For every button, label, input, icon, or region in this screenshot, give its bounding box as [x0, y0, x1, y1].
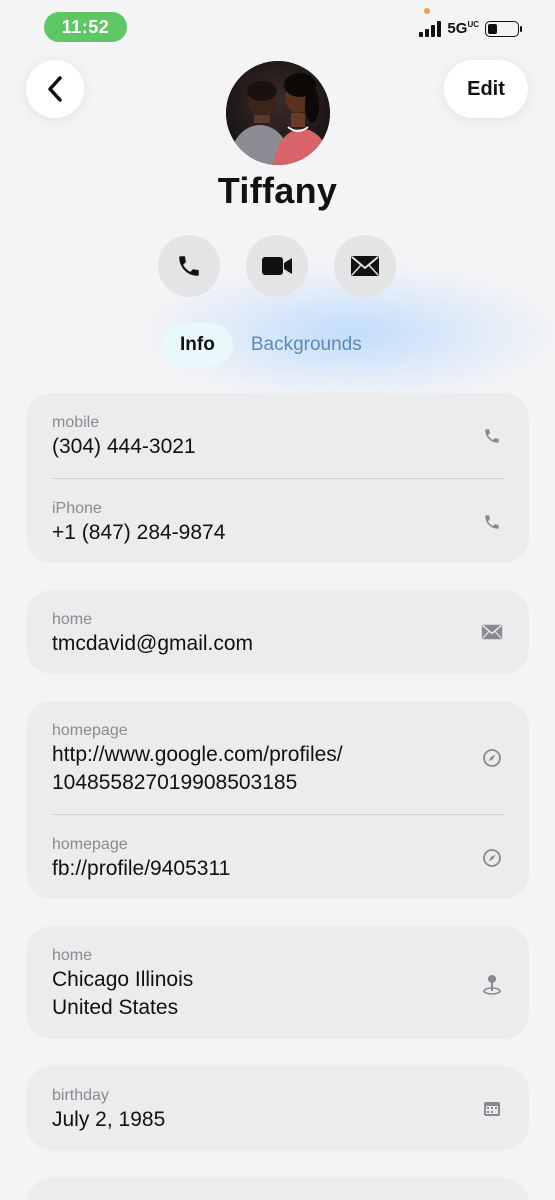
phones-card: mobile (304) 444-3021 iPhone +1 (847) 28…: [26, 393, 529, 563]
homepage-value-line1[interactable]: http://www.google.com/profiles/: [52, 741, 503, 769]
signal-icon: [419, 20, 442, 37]
email-value[interactable]: tmcdavid@gmail.com: [52, 630, 503, 658]
homepage-label: homepage: [52, 722, 128, 739]
phone-label: mobile: [52, 414, 100, 431]
status-icons: 5GUC: [419, 20, 522, 37]
call-button[interactable]: [158, 235, 220, 297]
next-card: [26, 1178, 529, 1200]
back-button[interactable]: [26, 60, 84, 118]
homepage-value[interactable]: fb://profile/9405311: [52, 855, 503, 883]
email-row[interactable]: home tmcdavid@gmail.com: [26, 590, 529, 674]
quick-actions: [158, 235, 396, 297]
address-label: home: [52, 947, 93, 964]
phone-icon[interactable]: [479, 423, 505, 449]
video-call-button[interactable]: [246, 235, 308, 297]
birthday-value[interactable]: July 2, 1985: [52, 1106, 503, 1134]
birthday-row[interactable]: birthday July 2, 1985: [26, 1066, 529, 1150]
privacy-indicator: [424, 8, 430, 14]
address-line2[interactable]: United States: [52, 994, 503, 1022]
birthday-label: birthday: [52, 1087, 109, 1104]
phone-row[interactable]: iPhone +1 (847) 284-9874: [26, 479, 529, 563]
tab-backgrounds[interactable]: Backgrounds: [251, 334, 362, 356]
birthday-card: birthday July 2, 1985: [26, 1066, 529, 1150]
homepage-row[interactable]: homepage http://www.google.com/profiles/…: [26, 701, 529, 814]
phone-value[interactable]: (304) 444-3021: [52, 433, 503, 461]
homepage-value-line2[interactable]: 104855827019908503185: [52, 769, 503, 797]
network-text: 5G: [447, 20, 468, 37]
network-label: 5GUC: [447, 20, 479, 37]
map-pin-icon[interactable]: [479, 971, 505, 997]
address-card: home Chicago Illinois United States: [26, 926, 529, 1039]
email-card: home tmcdavid@gmail.com: [26, 590, 529, 674]
homepage-row[interactable]: homepage fb://profile/9405311: [26, 815, 529, 899]
phone-icon[interactable]: [479, 509, 505, 535]
contact-name: Tiffany: [217, 170, 338, 211]
phone-value[interactable]: +1 (847) 284-9874: [52, 519, 503, 547]
mail-icon[interactable]: [479, 619, 505, 645]
address-row[interactable]: home Chicago Illinois United States: [26, 926, 529, 1039]
status-time: 11:52: [44, 12, 127, 42]
video-icon: [262, 257, 292, 275]
phone-icon: [179, 256, 199, 276]
homepage-label: homepage: [52, 836, 128, 853]
tab-info[interactable]: Info: [162, 323, 233, 367]
avatar-image: [226, 61, 330, 165]
segmented-control: Info Backgrounds: [162, 323, 362, 367]
calendar-icon[interactable]: [479, 1095, 505, 1121]
time-text: 11:52: [61, 16, 110, 37]
contact-photo[interactable]: [226, 61, 330, 165]
chevron-left-icon: [48, 76, 62, 102]
mail-icon: [351, 256, 379, 276]
compass-icon[interactable]: [479, 745, 505, 771]
homepages-card: homepage http://www.google.com/profiles/…: [26, 701, 529, 899]
email-label: home: [52, 611, 93, 628]
network-sub-text: UC: [467, 20, 479, 29]
edit-button[interactable]: Edit: [444, 60, 528, 118]
compass-icon[interactable]: [479, 845, 505, 871]
phone-label: iPhone: [52, 500, 102, 517]
message-button[interactable]: [334, 235, 396, 297]
address-line1[interactable]: Chicago Illinois: [52, 966, 503, 994]
battery-icon: [485, 20, 522, 37]
phone-row[interactable]: mobile (304) 444-3021: [26, 393, 529, 478]
